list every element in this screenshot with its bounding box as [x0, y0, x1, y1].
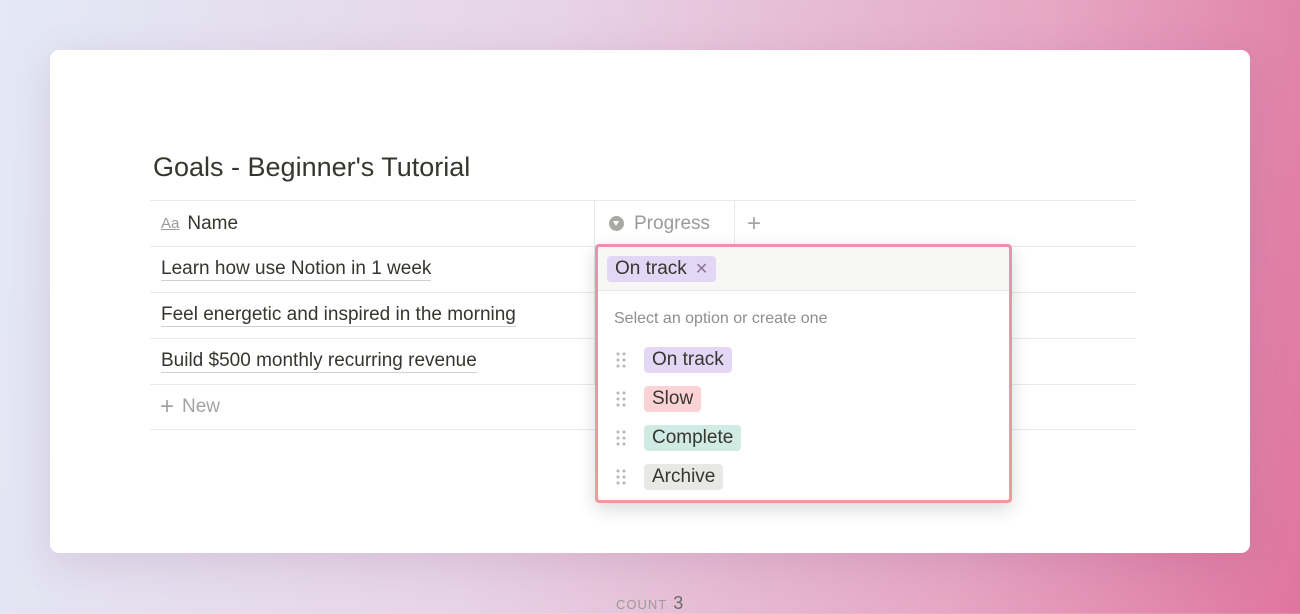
add-column-button[interactable]: +: [735, 210, 761, 238]
option-complete[interactable]: Complete: [598, 418, 1009, 457]
count-footer[interactable]: COUNT 3: [616, 593, 683, 614]
column-header-progress[interactable]: Progress: [595, 201, 735, 246]
new-label: New: [182, 396, 221, 417]
text-icon: Aa: [161, 215, 180, 232]
row-name[interactable]: Learn how use Notion in 1 week: [161, 258, 432, 281]
option-tag: Slow: [644, 385, 702, 412]
drag-handle-icon[interactable]: [615, 428, 627, 447]
dropdown-hint: Select an option or create one: [614, 310, 828, 327]
column-label: Name: [187, 212, 239, 234]
row-name[interactable]: Build $500 monthly recurring revenue: [161, 350, 477, 373]
column-label: Progress: [634, 212, 711, 234]
select-dropdown: On track ✕ Select an option or create one…: [595, 244, 1012, 503]
column-header-name[interactable]: Aa Name: [150, 201, 595, 246]
count-value: 3: [673, 593, 684, 613]
table-header: Aa Name Progress +: [150, 200, 1136, 246]
tag-label: On track: [615, 257, 687, 279]
option-slow[interactable]: Slow: [598, 379, 1009, 418]
row-name[interactable]: Feel energetic and inspired in the morni…: [161, 304, 516, 327]
option-archive[interactable]: Archive: [598, 457, 1009, 496]
drag-handle-icon[interactable]: [615, 350, 627, 369]
option-tag: On track: [644, 346, 732, 373]
remove-tag-icon[interactable]: ✕: [695, 259, 708, 279]
count-label: COUNT: [616, 597, 668, 612]
page-title: Goals - Beginner's Tutorial: [153, 152, 471, 182]
drag-handle-icon[interactable]: [615, 467, 627, 486]
option-on-track[interactable]: On track: [598, 340, 1009, 379]
option-tag: Archive: [644, 463, 724, 490]
option-tag: Complete: [644, 424, 742, 451]
drag-handle-icon[interactable]: [615, 389, 627, 408]
selected-values[interactable]: On track ✕: [598, 247, 1009, 291]
plus-icon: +: [160, 393, 175, 420]
select-icon: [609, 216, 624, 231]
selected-tag: On track ✕: [607, 255, 717, 282]
